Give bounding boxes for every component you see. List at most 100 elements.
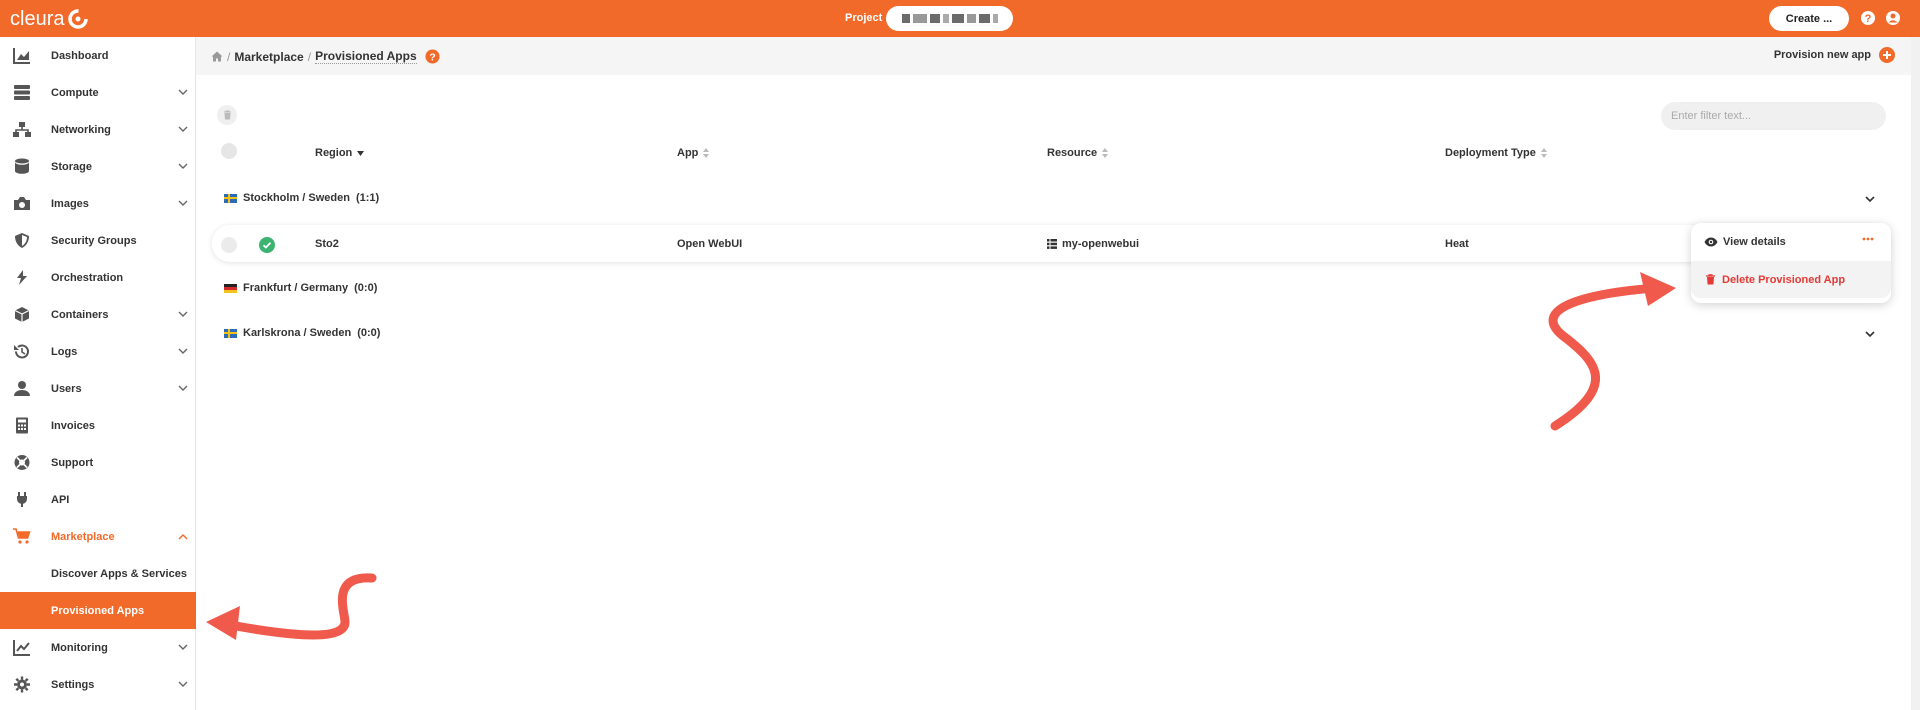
select-all-checkbox[interactable] xyxy=(221,143,237,159)
breadcrumb: / Marketplace / Provisioned Apps ? xyxy=(211,49,440,64)
column-header-label: Region xyxy=(315,147,353,159)
sort-icon xyxy=(703,148,710,158)
sidebar-item-monitoring[interactable]: Monitoring xyxy=(0,629,196,666)
chevron-down-icon xyxy=(178,163,188,169)
cell-deployment-type: Heat xyxy=(1445,238,1469,250)
network-icon xyxy=(13,122,31,137)
svg-text:?: ? xyxy=(1865,13,1872,25)
column-header-label: App xyxy=(677,147,699,159)
sweden-flag-icon xyxy=(224,193,237,203)
delete-provisioned-app-menu-item[interactable]: Delete Provisioned App xyxy=(1691,261,1891,298)
sidebar-item-discover-apps[interactable]: Discover Apps & Services xyxy=(0,555,196,592)
filter-input[interactable] xyxy=(1661,102,1886,130)
cell-resource[interactable]: my-openwebui xyxy=(1047,238,1139,250)
sidebar: Dashboard Compute Networking Storage Ima… xyxy=(0,37,196,710)
chevron-down-icon xyxy=(178,681,188,687)
cart-icon xyxy=(13,528,31,544)
view-details-menu-item[interactable]: View details xyxy=(1691,223,1891,260)
sort-icon xyxy=(1102,148,1109,158)
provision-new-app-label: Provision new app xyxy=(1773,49,1871,61)
chevron-down-icon xyxy=(178,89,188,95)
cleura-logo[interactable]: cleura xyxy=(10,6,89,32)
region-group-frankfurt[interactable]: Frankfurt / Germany (0:0) xyxy=(224,282,377,294)
sidebar-item-logs[interactable]: Logs xyxy=(0,333,196,370)
sidebar-item-invoices[interactable]: Invoices xyxy=(0,407,196,444)
sidebar-item-containers[interactable]: Containers xyxy=(0,296,196,333)
cell-region: Sto2 xyxy=(315,238,339,250)
check-circle-icon xyxy=(259,237,275,253)
brand-name: cleura xyxy=(10,7,65,30)
sidebar-item-label: Images xyxy=(51,197,89,210)
sidebar-item-orchestration[interactable]: Orchestration xyxy=(0,259,196,296)
column-header-deployment-type[interactable]: Deployment Type xyxy=(1445,147,1547,159)
shield-icon xyxy=(15,233,29,248)
plug-icon xyxy=(17,492,27,507)
region-group-stockholm[interactable]: Stockholm / Sweden (1:1) xyxy=(224,192,379,204)
sidebar-item-security-groups[interactable]: Security Groups xyxy=(0,222,196,259)
sidebar-item-support[interactable]: Support xyxy=(0,444,196,481)
cell-resource-label: my-openwebui xyxy=(1062,238,1140,250)
lifebuoy-icon xyxy=(14,455,30,470)
history-icon xyxy=(14,344,29,359)
sidebar-item-dashboard[interactable]: Dashboard xyxy=(0,37,196,74)
bulk-delete-button[interactable] xyxy=(217,105,237,125)
sidebar-item-label: Support xyxy=(51,456,94,469)
chevron-down-icon xyxy=(178,385,188,391)
sweden-flag-icon xyxy=(224,328,237,338)
column-header-label: Resource xyxy=(1047,147,1098,159)
home-icon[interactable] xyxy=(211,51,223,62)
camera-icon xyxy=(14,197,30,210)
sidebar-item-label: Compute xyxy=(51,86,99,99)
row-actions-menu: View details Delete Provisioned App xyxy=(1691,223,1891,303)
eye-icon xyxy=(1704,237,1718,246)
help-icon[interactable]: ? xyxy=(1860,10,1876,26)
sidebar-item-storage[interactable]: Storage xyxy=(0,148,196,185)
chevron-down-icon xyxy=(178,126,188,132)
region-group-name: Karlskrona / Sweden xyxy=(243,327,352,339)
row-checkbox[interactable] xyxy=(221,237,237,253)
region-group-karlskrona[interactable]: Karlskrona / Sweden (0:0) xyxy=(224,327,380,339)
scrollbar[interactable] xyxy=(1911,37,1920,710)
chart-area-icon xyxy=(13,48,30,64)
more-horizontal-icon[interactable] xyxy=(1862,237,1874,241)
provision-new-app-button[interactable]: Provision new app xyxy=(1774,47,1895,63)
breadcrumb-separator: / xyxy=(307,49,312,64)
breadcrumb-provisioned-apps: Provisioned Apps xyxy=(315,49,417,64)
top-bar: cleura Project Create ... ? xyxy=(0,0,1920,37)
breadcrumb-marketplace[interactable]: Marketplace xyxy=(234,50,303,64)
sidebar-item-settings[interactable]: Settings xyxy=(0,666,196,703)
chevron-down-icon xyxy=(178,311,188,317)
sidebar-item-label: Marketplace xyxy=(51,530,115,543)
database-icon xyxy=(15,158,29,174)
cleura-logo-icon xyxy=(68,9,89,29)
delete-provisioned-app-label: Delete Provisioned App xyxy=(1722,273,1846,286)
stack-icon xyxy=(1047,239,1057,249)
column-header-region[interactable]: Region xyxy=(315,147,365,159)
chevron-down-icon xyxy=(178,348,188,354)
sidebar-item-networking[interactable]: Networking xyxy=(0,111,196,148)
trash-icon xyxy=(223,110,231,120)
sidebar-item-label: Users xyxy=(51,382,82,395)
chevron-down-icon[interactable] xyxy=(1865,196,1875,203)
region-group-count: (0:0) xyxy=(354,282,378,294)
sidebar-item-label: API xyxy=(51,493,70,506)
sidebar-item-label: Dashboard xyxy=(51,49,109,62)
project-selector[interactable] xyxy=(886,6,1013,31)
sidebar-item-label: Orchestration xyxy=(51,271,124,284)
user-account-icon[interactable] xyxy=(1885,10,1901,26)
svg-text:?: ? xyxy=(429,52,435,63)
sidebar-item-compute[interactable]: Compute xyxy=(0,74,196,111)
create-button[interactable]: Create ... xyxy=(1769,6,1849,31)
column-header-resource[interactable]: Resource xyxy=(1047,147,1109,159)
help-circle-icon[interactable]: ? xyxy=(425,49,440,64)
sidebar-item-images[interactable]: Images xyxy=(0,185,196,222)
table-row[interactable]: Sto2 Open WebUI my-openwebui Heat xyxy=(212,225,1888,262)
sidebar-item-marketplace[interactable]: Marketplace xyxy=(0,518,196,555)
sidebar-item-label: Settings xyxy=(51,678,95,691)
chevron-down-icon[interactable] xyxy=(1865,331,1875,338)
chevron-down-icon xyxy=(178,644,188,650)
sidebar-item-provisioned-apps[interactable]: Provisioned Apps xyxy=(0,592,196,629)
column-header-app[interactable]: App xyxy=(677,147,710,159)
sidebar-item-api[interactable]: API xyxy=(0,481,196,518)
sidebar-item-users[interactable]: Users xyxy=(0,370,196,407)
